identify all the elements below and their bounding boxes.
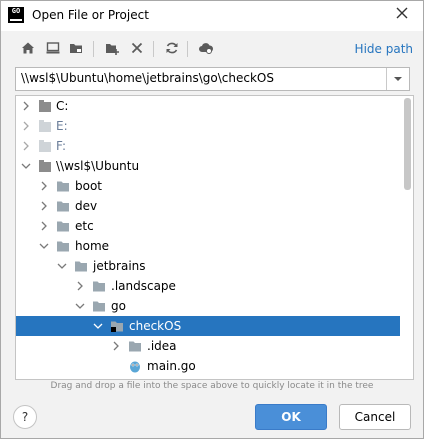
tree-row-landscape[interactable]: .landscape bbox=[16, 276, 400, 296]
tree-row-label: .landscape bbox=[111, 279, 176, 293]
home-icon[interactable] bbox=[19, 39, 37, 57]
tree-row-jetbrains[interactable]: jetbrains bbox=[16, 256, 400, 276]
project-folder-icon[interactable] bbox=[67, 39, 85, 57]
tree-row-label: home bbox=[75, 239, 110, 253]
folder-icon bbox=[75, 261, 87, 272]
tree-row-dev[interactable]: dev bbox=[16, 196, 400, 216]
chevron-down-icon[interactable] bbox=[38, 240, 50, 252]
tree-row-boot[interactable]: boot bbox=[16, 176, 400, 196]
tree-row-etc[interactable]: etc bbox=[16, 216, 400, 236]
project-folder-icon bbox=[111, 321, 123, 332]
tree-row-idea[interactable]: .idea bbox=[16, 336, 400, 356]
folder-icon bbox=[93, 281, 105, 292]
delete-icon[interactable] bbox=[128, 39, 146, 57]
goland-app-icon: GO bbox=[8, 7, 24, 23]
chevron-right-icon[interactable] bbox=[38, 220, 50, 232]
chevron-down-icon bbox=[394, 77, 402, 81]
open-file-dialog: GO Open File or Project Hide path \\wsl$… bbox=[0, 0, 424, 439]
tree-row-main-go[interactable]: main.go bbox=[16, 356, 400, 376]
tree-row-label: \\wsl$\Ubuntu bbox=[56, 159, 140, 173]
drive-icon bbox=[39, 160, 51, 172]
drag-drop-hint: Drag and drop a file into the space abov… bbox=[50, 381, 374, 391]
desktop-icon[interactable] bbox=[44, 39, 62, 57]
tree-row-wsl-ubuntu[interactable]: \\wsl$\Ubuntu bbox=[16, 156, 400, 176]
tree-row-label: F: bbox=[56, 139, 67, 153]
chevron-right-icon[interactable] bbox=[20, 140, 32, 152]
chevron-right-icon[interactable] bbox=[38, 180, 50, 192]
cloud-icon[interactable] bbox=[197, 39, 215, 57]
tree-row-label: etc bbox=[75, 219, 94, 233]
chevron-down-icon[interactable] bbox=[92, 320, 104, 332]
chevron-right-icon[interactable] bbox=[74, 280, 86, 292]
chevron-right-icon[interactable] bbox=[110, 340, 122, 352]
chevron-down-icon[interactable] bbox=[74, 300, 86, 312]
go-file-icon bbox=[130, 361, 140, 373]
cancel-button[interactable]: Cancel bbox=[339, 404, 411, 430]
tree-row-checkos[interactable]: checkOS bbox=[16, 316, 400, 336]
tree-row-go[interactable]: go bbox=[16, 296, 400, 316]
drive-icon bbox=[39, 120, 51, 132]
help-button[interactable]: ? bbox=[13, 405, 37, 429]
tree-scrollbar[interactable] bbox=[404, 98, 411, 190]
folder-icon bbox=[129, 341, 141, 352]
tree-row-drive-c[interactable]: C: bbox=[16, 96, 400, 116]
refresh-icon[interactable] bbox=[163, 39, 181, 57]
chevron-down-icon[interactable] bbox=[56, 260, 68, 272]
chevron-right-icon[interactable] bbox=[20, 120, 32, 132]
tree-row-label: dev bbox=[75, 199, 98, 213]
tree-row-drive-f[interactable]: F: bbox=[16, 136, 400, 156]
chevron-right-icon[interactable] bbox=[38, 200, 50, 212]
folder-icon bbox=[57, 201, 69, 212]
tree-row-label: jetbrains bbox=[93, 259, 146, 273]
tree-row-home[interactable]: home bbox=[16, 236, 400, 256]
tree-row-label: .idea bbox=[147, 339, 177, 353]
tree-row-label: checkOS bbox=[129, 319, 182, 333]
drive-icon bbox=[39, 140, 51, 152]
path-input[interactable]: \\wsl$\Ubuntu\home\jetbrains\go\checkOS bbox=[15, 67, 410, 91]
file-tree[interactable]: C: E: F: \\wsl$\Ubuntu boot dev etc home… bbox=[15, 95, 414, 380]
path-input-value[interactable]: \\wsl$\Ubuntu\home\jetbrains\go\checkOS bbox=[21, 71, 274, 85]
close-icon[interactable] bbox=[393, 5, 411, 25]
toolbar: Hide path bbox=[1, 39, 423, 61]
tree-row-label: boot bbox=[75, 179, 103, 193]
tree-row-label: main.go bbox=[147, 359, 196, 373]
title-bar: GO Open File or Project bbox=[1, 1, 423, 31]
window-title: Open File or Project bbox=[32, 8, 149, 22]
tree-row-label: E: bbox=[56, 119, 68, 133]
tree-row-label: C: bbox=[56, 99, 69, 113]
folder-icon bbox=[57, 181, 69, 192]
new-folder-icon[interactable] bbox=[103, 39, 121, 57]
ok-button[interactable]: OK bbox=[255, 404, 327, 430]
chevron-down-icon[interactable] bbox=[20, 160, 32, 172]
tree-row-drive-e[interactable]: E: bbox=[16, 116, 400, 136]
folder-icon bbox=[93, 301, 105, 312]
folder-icon bbox=[57, 221, 69, 232]
tree-row-label: go bbox=[111, 299, 126, 313]
chevron-right-icon[interactable] bbox=[20, 100, 32, 112]
hide-path-link[interactable]: Hide path bbox=[355, 42, 413, 56]
folder-icon bbox=[57, 241, 69, 252]
path-history-dropdown[interactable] bbox=[386, 68, 409, 90]
drive-icon bbox=[39, 100, 51, 112]
